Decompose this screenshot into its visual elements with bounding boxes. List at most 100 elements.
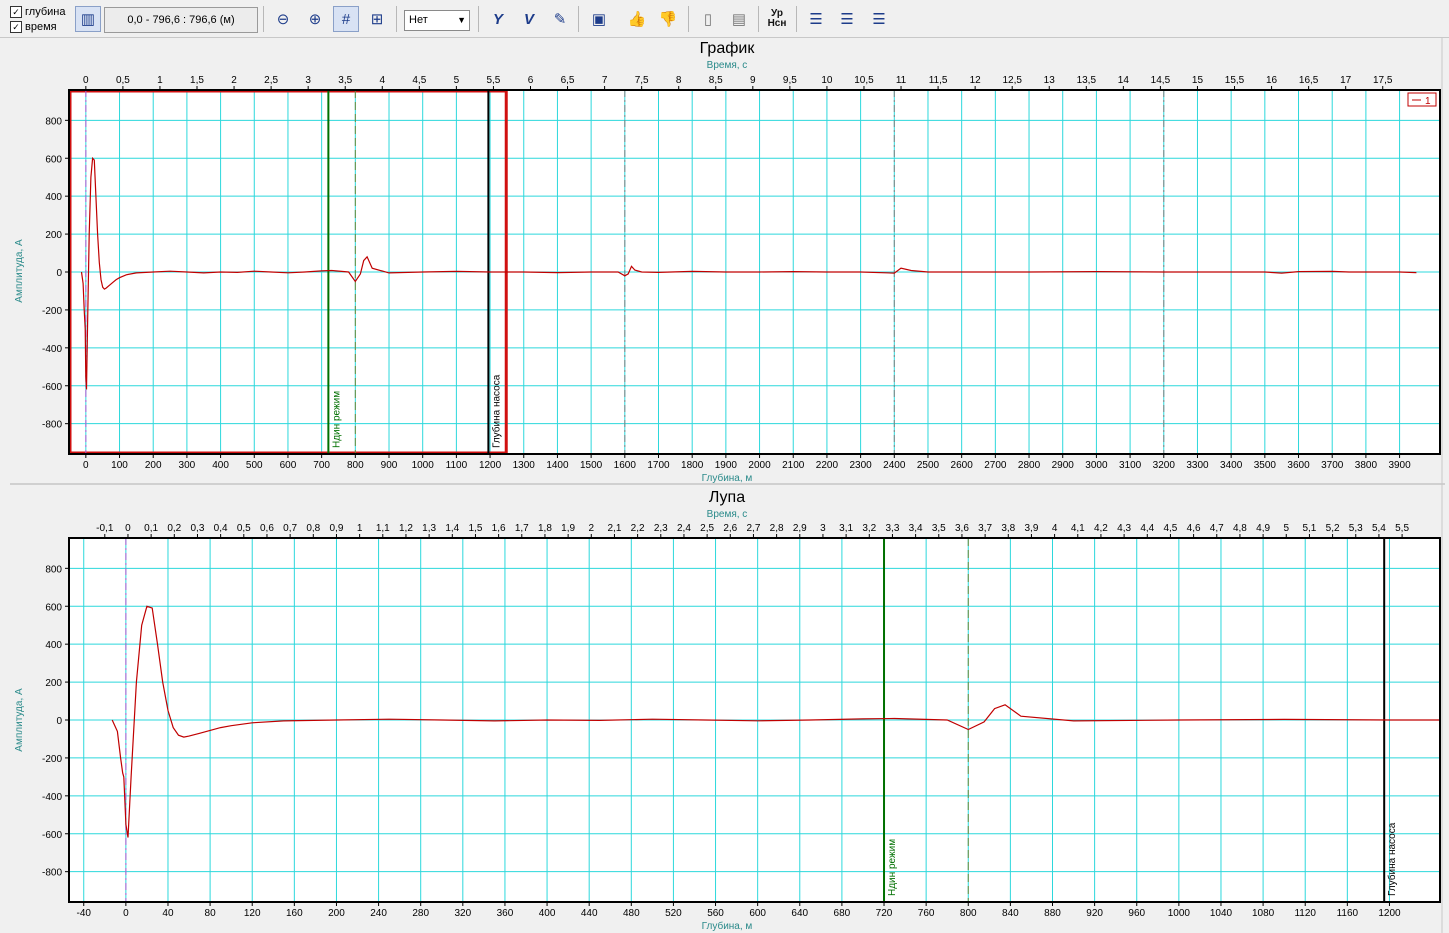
y-tick-label: 0: [56, 268, 62, 279]
x2-tick-label: 0,8: [306, 523, 320, 534]
x2-tick-label: 1,5: [190, 75, 204, 86]
x2-tick-label: 3,8: [1001, 523, 1015, 534]
reject-button[interactable]: 👎: [655, 6, 681, 32]
lines-save-icon: ☰: [840, 11, 854, 28]
y-tick-label: -800: [42, 420, 62, 431]
mode-select[interactable]: Нет ▼: [404, 10, 470, 31]
x2-tick-label: 1,2: [399, 523, 413, 534]
marker-label: Глубина насоса: [490, 374, 502, 448]
lines-delete-button[interactable]: ☰: [866, 6, 892, 32]
x2-tick-label: 6,5: [561, 75, 575, 86]
y-tick-label: -400: [42, 792, 62, 803]
x-tick-label: 960: [1128, 908, 1145, 919]
x-tick-label: 3400: [1220, 460, 1243, 471]
x-tick-label: 2400: [883, 460, 906, 471]
x-tick-label: 1120: [1294, 908, 1316, 919]
x-tick-label: 1200: [1378, 908, 1401, 919]
x-tick-label: 1000: [1168, 908, 1191, 919]
x2-tick-label: 10: [821, 75, 833, 86]
mode-select-value: Нет: [409, 14, 428, 26]
x2-tick-label: 2: [589, 523, 595, 534]
top-axis-label: Время, с: [707, 509, 748, 520]
x2-tick-label: 2,4: [677, 523, 691, 534]
x2-tick-label: 0: [83, 75, 89, 86]
x2-tick-label: 3,5: [338, 75, 352, 86]
x2-tick-label: 4,3: [1117, 523, 1131, 534]
bars-view-button[interactable]: ▥: [75, 6, 101, 32]
x2-tick-label: 3,7: [978, 523, 992, 534]
x2-tick-label: 5: [454, 75, 460, 86]
marker-v-button[interactable]: V: [516, 6, 542, 32]
x-tick-label: 120: [244, 908, 261, 919]
x-tick-label: 1080: [1252, 908, 1275, 919]
x-tick-label: 680: [834, 908, 851, 919]
zoom-out-button[interactable]: ⊖: [270, 6, 296, 32]
x-tick-label: 0: [83, 460, 89, 471]
y-tick-label: -600: [42, 830, 62, 841]
time-checkbox[interactable]: ✓ время: [10, 21, 57, 33]
separator: [796, 6, 797, 32]
check-icon[interactable]: ✓: [10, 21, 22, 33]
x2-tick-label: 3,4: [909, 523, 923, 534]
separator: [688, 6, 689, 32]
depth-checkbox-label: глубина: [25, 6, 66, 18]
marker-label: Глубина насоса: [1386, 822, 1398, 896]
x-tick-label: 600: [280, 460, 297, 471]
x-tick-label: 100: [111, 460, 128, 471]
check-icon[interactable]: ✓: [10, 6, 22, 18]
x2-tick-label: 0,6: [260, 523, 274, 534]
x2-tick-label: 11: [896, 75, 907, 86]
x-tick-label: 2600: [951, 460, 974, 471]
x2-tick-label: 1,5: [469, 523, 483, 534]
x2-tick-label: 2,5: [700, 523, 714, 534]
x2-tick-label: 0,4: [214, 523, 228, 534]
x-tick-label: 200: [145, 460, 162, 471]
preview-button[interactable]: ▤: [726, 6, 752, 32]
x2-tick-label: 9: [750, 75, 756, 86]
x-tick-label: 920: [1086, 908, 1103, 919]
chevron-down-icon: ▼: [457, 15, 466, 25]
x2-tick-label: 4,4: [1140, 523, 1154, 534]
depth-checkbox[interactable]: ✓ глубина: [10, 6, 65, 18]
grid-toggle-button[interactable]: #: [333, 6, 359, 32]
axes-icon: ⊞: [370, 11, 384, 28]
x2-tick-label: 4,2: [1094, 523, 1108, 534]
x2-tick-label: 5,4: [1372, 523, 1386, 534]
save-button[interactable]: ▣: [586, 6, 612, 32]
x2-tick-label: 4,5: [1163, 523, 1177, 534]
zoom-in-button[interactable]: ⊕: [302, 6, 328, 32]
x-tick-label: 800: [960, 908, 977, 919]
document-button[interactable]: ▯: [695, 6, 721, 32]
x2-tick-label: 2: [231, 75, 237, 86]
x2-tick-label: 17,5: [1373, 75, 1393, 86]
edit-button[interactable]: ✎: [547, 6, 573, 32]
lines-button[interactable]: ☰: [803, 6, 829, 32]
x2-tick-label: 1,4: [445, 523, 459, 534]
level-button[interactable]: Ур Нсн: [764, 6, 790, 32]
x2-tick-label: 4: [379, 75, 385, 86]
x2-tick-label: 3,5: [932, 523, 946, 534]
x-tick-label: 400: [539, 908, 556, 919]
axes-toggle-button[interactable]: ⊞: [364, 6, 390, 32]
x-tick-label: 840: [1002, 908, 1019, 919]
x-tick-label: 2200: [816, 460, 839, 471]
approve-button[interactable]: 👍: [624, 6, 650, 32]
x2-tick-label: 3,3: [885, 523, 899, 534]
x2-tick-label: 4,1: [1071, 523, 1085, 534]
marker-y-button[interactable]: Y: [485, 6, 511, 32]
top-axis-label: Время, с: [707, 60, 748, 71]
x2-tick-label: 4,5: [412, 75, 426, 86]
y-tick-label: 400: [45, 192, 62, 203]
x2-tick-label: 10,5: [854, 75, 874, 86]
x-tick-label: 40: [162, 908, 174, 919]
range-display: 0,0 - 796,6 : 796,6 (м): [104, 7, 258, 33]
x-tick-label: 3500: [1254, 460, 1277, 471]
chart-zoom: Лупа Время, с Глубина, м Амплитуда, А -4…: [14, 489, 1441, 932]
x-tick-label: 2300: [849, 460, 872, 471]
x2-tick-label: 6: [528, 75, 534, 86]
separator: [578, 6, 579, 32]
lines-save-button[interactable]: ☰: [834, 6, 860, 32]
x-tick-label: 240: [370, 908, 387, 919]
x-tick-label: 1500: [580, 460, 603, 471]
x-tick-label: 2700: [984, 460, 1007, 471]
